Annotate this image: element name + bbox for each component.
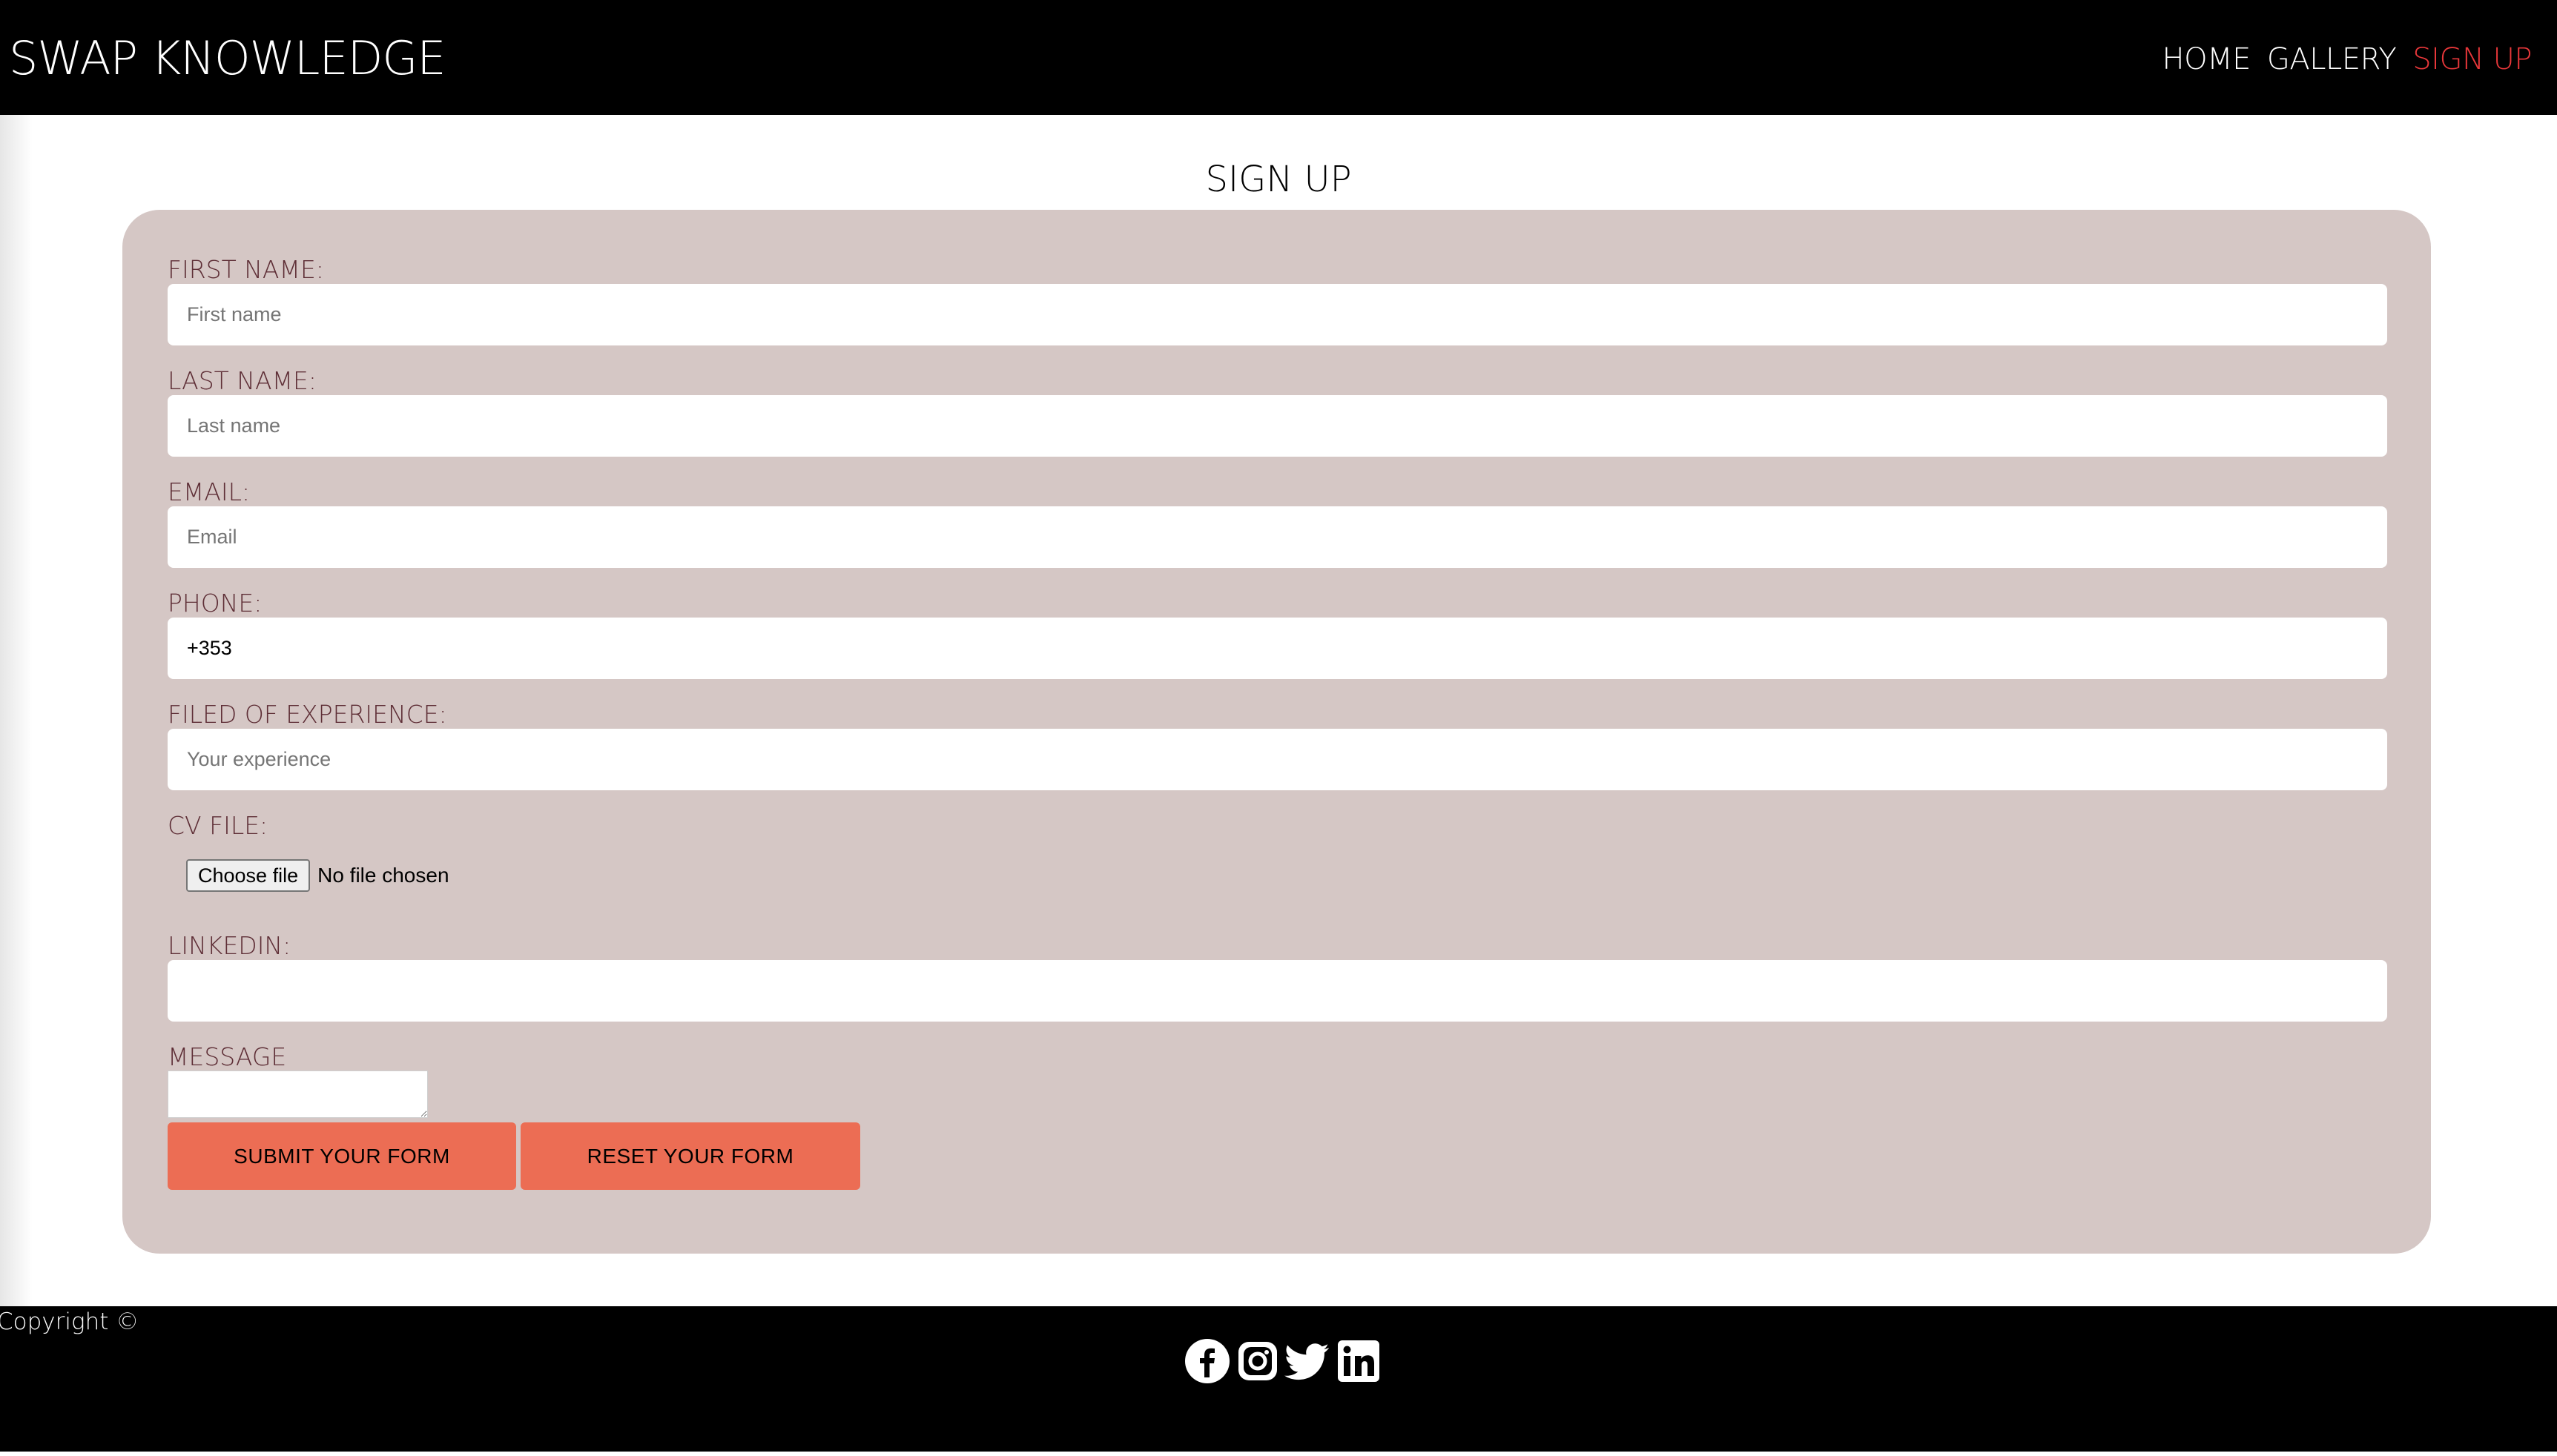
linkedin-label: LINKEDIN: [168, 931, 291, 960]
nav-gallery[interactable]: GALLERY [2267, 44, 2397, 74]
phone-field[interactable] [168, 618, 2387, 679]
first-name-field[interactable] [168, 284, 2387, 345]
last-name-field[interactable] [168, 395, 2387, 457]
message-label: MESSAGE [168, 1042, 287, 1071]
bottom-strip [0, 1452, 2557, 1456]
main-nav: HOME GALLERY SIGN UP [2162, 44, 2533, 74]
reset-button[interactable]: RESET YOUR FORM [521, 1122, 860, 1190]
brand-title[interactable]: SWAP KNOWLEDGE [9, 36, 446, 82]
file-status-text: No file chosen [317, 864, 449, 887]
facebook-icon[interactable] [1184, 1337, 1231, 1385]
instagram-icon[interactable] [1234, 1337, 1281, 1385]
linkedin-icon[interactable] [1335, 1337, 1382, 1385]
twitter-icon[interactable] [1284, 1337, 1332, 1385]
last-name-label: LAST NAME: [168, 366, 317, 395]
phone-label: PHONE: [168, 589, 263, 618]
cv-file-label: CV FILE: [168, 811, 268, 840]
first-name-label: FIRST NAME: [168, 255, 324, 284]
signup-form: FIRST NAME: LAST NAME: EMAIL: PHONE: FIL… [122, 210, 2431, 1254]
nav-sign-up[interactable]: SIGN UP [2412, 44, 2532, 74]
left-edge-shadow [0, 115, 33, 1306]
copyright-text: Copyright © [0, 1308, 139, 1335]
linkedin-field[interactable] [168, 960, 2387, 1022]
email-label: EMAIL: [168, 477, 251, 506]
cv-file-input: Choose file No file chosen [186, 859, 449, 892]
site-header: SWAP KNOWLEDGE HOME GALLERY SIGN UP [0, 0, 2557, 115]
social-links [1184, 1337, 1382, 1385]
submit-button[interactable]: SUBMIT YOUR FORM [168, 1122, 516, 1190]
page-title: SIGN UP [1205, 159, 1352, 200]
experience-label: FILED OF EXPERIENCE: [168, 700, 447, 729]
nav-home[interactable]: HOME [2162, 44, 2251, 74]
message-textarea[interactable] [168, 1071, 428, 1118]
choose-file-button[interactable]: Choose file [186, 859, 311, 892]
email-field[interactable] [168, 506, 2387, 568]
experience-field[interactable] [168, 729, 2387, 790]
